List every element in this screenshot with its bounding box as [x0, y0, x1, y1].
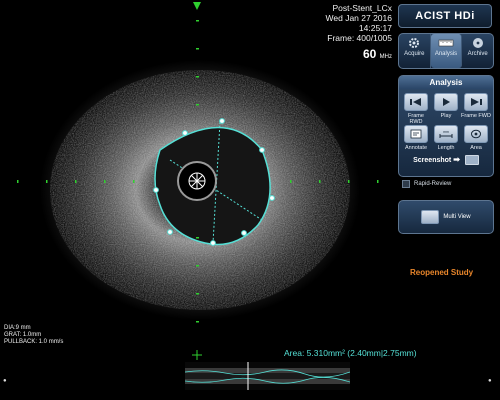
frame-counter: Frame: 400/1005 [327, 33, 392, 43]
annotate-button[interactable]: Annotate [401, 124, 431, 154]
pullback-value: PULLBACK: 1.0 mm/s [4, 339, 64, 345]
frequency-unit: MHz [379, 54, 392, 60]
area-label: Area [470, 145, 482, 151]
area-button[interactable]: Area [461, 124, 491, 154]
grat-value: GRAT: 1.0mm [4, 332, 42, 338]
ivus-image-area[interactable] [0, 0, 395, 370]
mode-analysis[interactable]: Analysis [430, 34, 463, 68]
date: Wed Jan 27 2016 [325, 13, 392, 23]
top-orientation-marker [193, 2, 201, 10]
longitudinal-trace [184, 362, 351, 390]
length-label: Length [437, 145, 455, 151]
scale-info: DIA:9 mm GRAT: 1.0mm PULLBACK: 1.0 mm/s [4, 325, 63, 346]
ruler-icon [438, 39, 454, 47]
screenshot-label: Screenshot [413, 157, 452, 164]
length-button[interactable]: mm Length [431, 124, 461, 154]
play-label: Play [440, 113, 452, 119]
frequency: 60 MHz [363, 47, 392, 61]
frame-forward-label: Frame FWD [461, 113, 491, 119]
dia-value: DIA:9 mm [4, 325, 31, 331]
gear-icon [409, 38, 420, 48]
area-icon [471, 129, 481, 139]
mode-acquire[interactable]: Acquire [399, 34, 431, 68]
analysis-panel: Analysis Frame RWD Play Frame FWD Annota… [398, 75, 494, 177]
ivus-cross-section [17, 2, 379, 360]
annotate-icon [410, 129, 422, 139]
length-icon: mm [439, 130, 453, 138]
play-button[interactable]: Play [431, 92, 461, 122]
frame-forward-button[interactable]: Frame FWD [461, 92, 491, 122]
screenshot-button[interactable]: Screenshot ➡ [399, 155, 493, 166]
study-status: Reopened Study [410, 268, 474, 277]
run-name: Post-Stent_LCx [332, 3, 392, 13]
frame-rewind-button[interactable]: Frame RWD [401, 92, 431, 125]
brand-logo: ACIST HDi [398, 4, 492, 28]
mode-analysis-label: Analysis [434, 51, 458, 57]
mode-archive-label: Archive [467, 51, 488, 57]
frequency-value: 60 [362, 47, 377, 61]
mode-archive[interactable]: Archive [462, 34, 493, 68]
bottom-orientation-marker [192, 350, 202, 360]
length-unit: mm [443, 130, 449, 134]
left-marker-icon: ● [3, 378, 7, 384]
play-icon [443, 98, 450, 106]
multi-view-button[interactable]: Multi View [398, 200, 494, 234]
rapid-review-label: Rapid-Review [414, 181, 452, 187]
crosshair-icon [189, 173, 205, 189]
disc-icon [472, 38, 483, 48]
arrow-right-icon: ➡ [453, 155, 460, 164]
area-measurement: Area: 5.310mm² (2.40mm|2.75mm) [284, 348, 417, 358]
time: 14:25:17 [358, 23, 392, 33]
longitudinal-view[interactable] [184, 362, 351, 390]
analysis-panel-title: Analysis [399, 76, 493, 89]
annotate-label: Annotate [404, 145, 428, 151]
frame-forward-icon [471, 98, 482, 106]
right-marker-icon: ● [488, 378, 492, 384]
usb-icon [464, 155, 479, 166]
frame-info: Post-Stent_LCx Wed Jan 27 2016 14:25:17 … [326, 3, 392, 43]
multi-view-icon [421, 210, 440, 224]
rapid-review-toggle[interactable]: Rapid-Review [402, 180, 451, 188]
rapid-review-checkbox[interactable] [402, 180, 410, 188]
mode-bar: Acquire Analysis Archive [398, 33, 494, 69]
frame-rewind-icon [410, 98, 421, 106]
mode-acquire-label: Acquire [404, 51, 425, 57]
multi-view-label: Multi View [443, 214, 471, 220]
